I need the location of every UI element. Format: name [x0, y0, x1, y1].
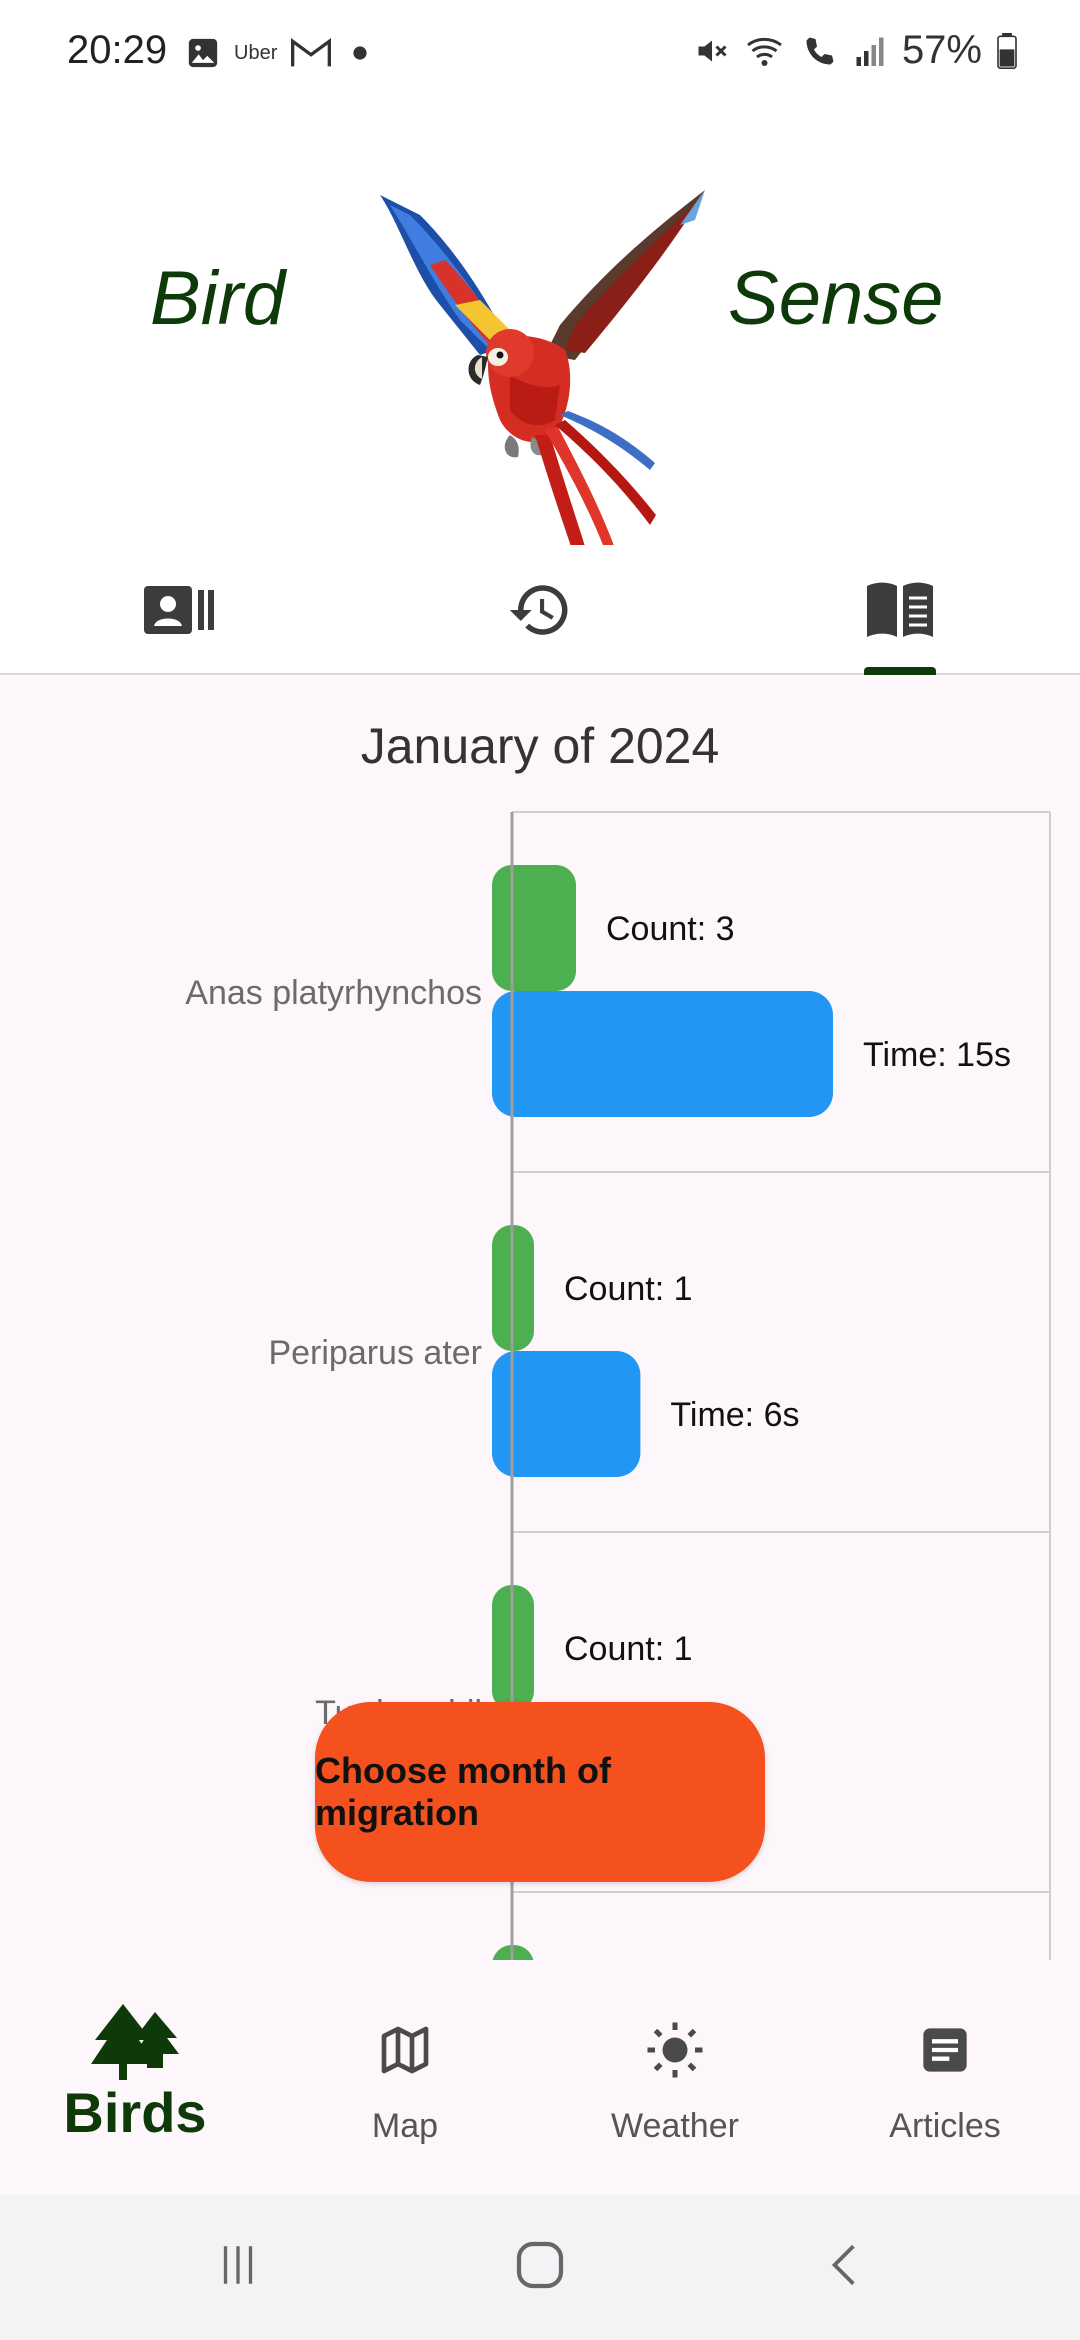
status-bar: 20:29 Uber 57% — [0, 0, 1080, 105]
time-bar — [492, 991, 833, 1117]
tab-contacts[interactable] — [0, 545, 360, 675]
image-icon — [188, 38, 218, 68]
recent-apps-icon — [223, 2246, 253, 2284]
nav-label-weather: Weather — [611, 2107, 739, 2145]
signal-icon — [856, 37, 884, 66]
nav-label-birds: Birds — [63, 2081, 207, 2144]
battery-percent: 57% — [901, 28, 982, 72]
time-bar-label: Time: 6s — [670, 1396, 799, 1434]
tab-history[interactable] — [360, 545, 720, 675]
time-bar — [492, 1351, 641, 1477]
home-button[interactable] — [510, 2235, 570, 2295]
sun-icon — [647, 2022, 703, 2078]
gmail-icon — [291, 38, 332, 67]
status-time: 20:29 — [67, 28, 168, 72]
nav-label-articles: Articles — [889, 2107, 1001, 2145]
tab-articles-book[interactable] — [720, 545, 1080, 675]
count-bar-label: Count: 3 — [606, 910, 735, 948]
active-tab-indicator — [864, 667, 936, 675]
map-icon — [381, 2026, 429, 2074]
category-label: Periparus ater — [268, 1334, 482, 1372]
wifi-call-icon — [747, 37, 782, 66]
dot-icon — [353, 46, 367, 60]
volte-call-icon — [806, 37, 834, 64]
system-navigation-bar — [0, 2195, 1080, 2340]
category-label: Anas platyrhynchos — [185, 974, 482, 1012]
book-icon — [867, 582, 933, 637]
count-bar — [492, 865, 576, 991]
home-icon — [516, 2241, 564, 2289]
nav-articles[interactable]: Articles — [810, 1960, 1080, 2195]
status-left-icons: Uber — [186, 36, 375, 70]
nav-birds[interactable]: Birds — [0, 1960, 270, 2195]
recent-apps-button[interactable] — [208, 2235, 268, 2295]
history-icon — [509, 585, 568, 635]
article-icon — [923, 2028, 967, 2072]
brand-title-right: Sense — [728, 256, 944, 341]
bottom-navigation: Birds Map Weather Articles — [0, 1960, 1080, 2195]
mute-icon — [698, 40, 727, 61]
time-bar-label: Time: 15s — [863, 1036, 1011, 1074]
nav-map[interactable]: Map — [270, 1960, 540, 2195]
brand-title-left: Bird — [150, 256, 286, 341]
battery-icon — [997, 32, 1017, 69]
back-icon — [831, 2244, 855, 2286]
back-button[interactable] — [815, 2235, 875, 2295]
nav-weather[interactable]: Weather — [540, 1960, 810, 2195]
nav-label-map: Map — [371, 2107, 439, 2145]
app-header: Bird Sense — [0, 105, 1080, 615]
choose-month-button[interactable]: Choose month of migration — [315, 1702, 765, 1882]
uber-icon: Uber — [234, 41, 278, 64]
status-right-icons: 57% — [694, 28, 1018, 73]
count-bar-label: Count: 1 — [564, 1270, 693, 1308]
count-bar-label: Count: 1 — [564, 1630, 693, 1668]
section-tabs — [0, 545, 1080, 675]
contact-list-icon — [144, 586, 214, 634]
trees-icon — [91, 2004, 179, 2080]
